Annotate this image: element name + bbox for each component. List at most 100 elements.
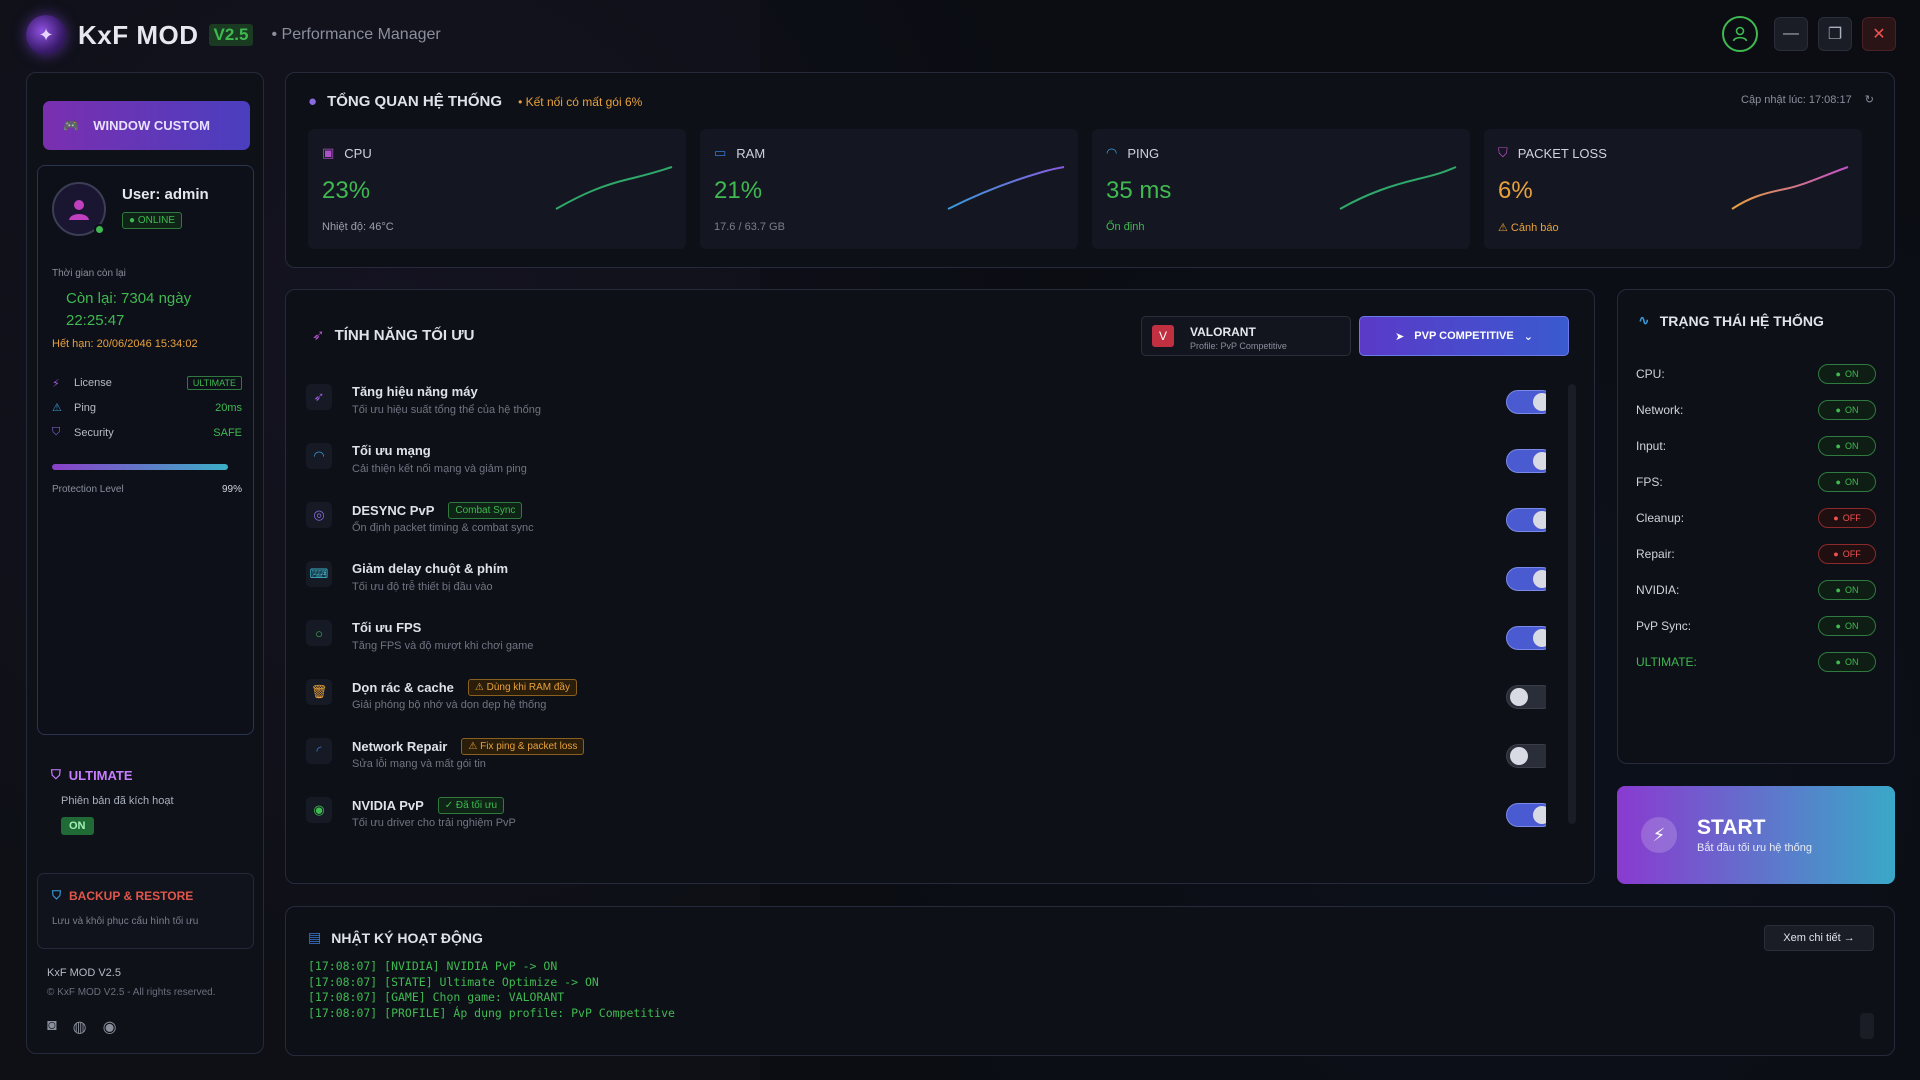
log-scrollbar[interactable] (1860, 1013, 1874, 1039)
minimize-button[interactable]: — (1774, 17, 1808, 51)
app-name: KxF MOD (78, 19, 199, 50)
stat-sub: Ổn định (1106, 221, 1145, 233)
feature-row-cleanup: 🗑 Dọn rác & cache ⚠ Dùng khi RAM đầy Giải… (306, 675, 1546, 733)
view-details-button[interactable]: Xem chi tiết → (1764, 925, 1874, 951)
toggle-knob (1533, 511, 1546, 529)
log-line: [17:08:07] [GAME] Chọn game: VALORANT (308, 990, 565, 1004)
github-icon[interactable]: ◉ (103, 1017, 117, 1037)
feature-tag: Combat Sync (448, 502, 523, 519)
time-remaining-days: Còn lại: 7304 ngày (66, 290, 192, 307)
ping-value: 20ms (215, 401, 242, 414)
stat-value: 21% (714, 177, 763, 204)
stat-sub: Nhiệt độ: 46°C (322, 221, 394, 233)
feature-name: Tối ưu FPS (352, 620, 421, 635)
feature-list: ➶ Tăng hiệu năng máy Tối ưu hiệu suất tổ… (306, 380, 1546, 870)
refresh-icon[interactable]: ↻ (1865, 94, 1874, 106)
shield-icon: ⛉ (1498, 145, 1508, 160)
keyboard-icon: ⌨ (306, 561, 332, 587)
status-state: ON (1844, 477, 1859, 487)
status-label: Cleanup: (1636, 511, 1685, 525)
sidebar: 🎮 WINDOW CUSTOM User: admin ● ONLINE Thờ… (26, 72, 264, 1054)
start-text: START Bắt đầu tối ưu hệ thống (1697, 816, 1812, 854)
stat-card-packet-loss: ⛉ PACKET LOSS 6% ⚠ Cảnh báo (1484, 129, 1862, 249)
user-profile-icon[interactable] (1722, 16, 1758, 52)
status-pill: ● ON (1818, 364, 1876, 384)
backup-restore-label: BACKUP & RESTORE (69, 888, 194, 903)
online-badge: ● ONLINE (122, 212, 183, 229)
status-label: NVIDIA: (1636, 583, 1680, 597)
dashboard-icon: ● (308, 93, 318, 110)
ping-sparkline (1339, 166, 1457, 210)
target-icon: ◎ (306, 502, 332, 528)
status-pill: ● ON (1818, 400, 1876, 420)
protection-level-value: 99% (221, 484, 242, 495)
stat-sub: 17.6 / 63.7 GB (714, 221, 785, 233)
feature-row-network-repair: ◜ Network Repair ⚠ Fix ping & packet loss… (306, 734, 1546, 792)
log-title-text: NHẬT KÝ HOẠT ĐỘNG (331, 929, 483, 946)
game-profile: Profile: PvP Competitive (1190, 341, 1287, 351)
feature-name: NVIDIA PvP ✓ Đã tối ưu (352, 797, 505, 814)
footer-copyright: © KxF MOD V2.5 - All rights reserved. (47, 987, 216, 998)
overview-warning: • Kết nối có mất gói 6% (518, 94, 643, 109)
feature-name: DESYNC PvP Combat Sync (352, 502, 523, 519)
feature-desc: Tối ưu driver cho trải nghiệm PvP (352, 817, 516, 829)
stat-label-text: PING (1127, 145, 1160, 161)
feature-toggle-network[interactable] (1506, 449, 1546, 473)
window-custom-button[interactable]: 🎮 WINDOW CUSTOM (43, 101, 250, 150)
security-value: SAFE (213, 426, 242, 439)
shield-icon: ⛉ (52, 426, 61, 438)
profile-mode-label: PVP COMPETITIVE (1414, 330, 1514, 342)
feature-toggle-fps[interactable] (1506, 626, 1546, 650)
toggle-knob (1510, 688, 1528, 706)
status-row-nvidia: NVIDIA: ● ON (1636, 579, 1876, 601)
info-row-ping: ⚠ Ping 20ms (52, 401, 242, 415)
fps-icon: ○ (306, 620, 332, 646)
stat-value: 35 ms (1106, 177, 1172, 204)
stat-label: ⛉ PACKET LOSS (1498, 145, 1607, 161)
feature-toggle-performance[interactable] (1506, 390, 1546, 414)
toggle-knob (1533, 393, 1546, 411)
cpu-icon: ▣ (322, 145, 335, 160)
feature-desc: Tối ưu độ trễ thiết bị đầu vào (352, 581, 493, 593)
protection-level: Protection Level 99% (52, 484, 242, 495)
start-button[interactable]: ⚡ START Bắt đầu tối ưu hệ thống (1617, 786, 1895, 884)
feature-toggle-nvidia[interactable] (1506, 803, 1546, 827)
toggle-knob (1533, 629, 1546, 647)
backup-restore-card[interactable]: ⛉ BACKUP & RESTORE Lưu và khôi phục cấu … (37, 873, 254, 949)
toggle-knob (1510, 747, 1528, 765)
globe-icon[interactable]: ◍ (73, 1017, 87, 1037)
feature-name-text: Network Repair (352, 739, 448, 754)
feature-toggle-network-repair[interactable] (1506, 744, 1546, 768)
feature-name-text: NVIDIA PvP (352, 798, 424, 813)
feature-toggle-desync[interactable] (1506, 508, 1546, 532)
discord-icon[interactable]: ◙ (47, 1017, 57, 1037)
game-name: VALORANT (1190, 325, 1256, 339)
time-remaining-clock: 22:25:47 (66, 312, 125, 329)
status-row-ultimate: ULTIMATE: ● ON (1636, 651, 1876, 673)
info-label: Ping (74, 401, 97, 414)
feature-name-text: Tối ưu mạng (352, 443, 431, 458)
status-state: ON (1844, 441, 1859, 451)
stat-label: ▣ CPU (322, 145, 372, 161)
window-custom-label: WINDOW CUSTOM (93, 118, 210, 133)
feature-name-text: Tối ưu FPS (352, 620, 422, 635)
status-row-cleanup: Cleanup: ● OFF (1636, 507, 1876, 529)
feature-toggle-cleanup[interactable] (1506, 685, 1546, 709)
status-label: FPS: (1636, 475, 1663, 489)
status-pill: ● ON (1818, 652, 1876, 672)
online-dot (94, 224, 105, 235)
restore-button[interactable]: ❐ (1818, 17, 1852, 51)
close-button[interactable]: ✕ (1862, 17, 1896, 51)
stat-label-text: PACKET LOSS (1517, 145, 1607, 161)
status-state: ON (1844, 657, 1859, 667)
feature-toggle-input-delay[interactable] (1506, 567, 1546, 591)
feature-row-input-delay: ⌨ Giảm delay chuột & phím Tối ưu độ trễ … (306, 557, 1546, 615)
last-updated-text: Cập nhật lúc: 17:08:17 (1741, 94, 1852, 106)
feature-list-scrollbar[interactable] (1568, 384, 1576, 824)
shield-icon: ⛉ (52, 888, 62, 902)
footer-version: KxF MOD V2.5 (47, 967, 121, 979)
game-selector[interactable]: V VALORANT Profile: PvP Competitive (1141, 316, 1351, 356)
profile-mode-dropdown[interactable]: ➤ PVP COMPETITIVE ⌄ (1359, 316, 1569, 356)
feature-name-text: Giảm delay chuột & phím (352, 561, 509, 576)
ultimate-title: ⛉ ULTIMATE (51, 767, 133, 783)
